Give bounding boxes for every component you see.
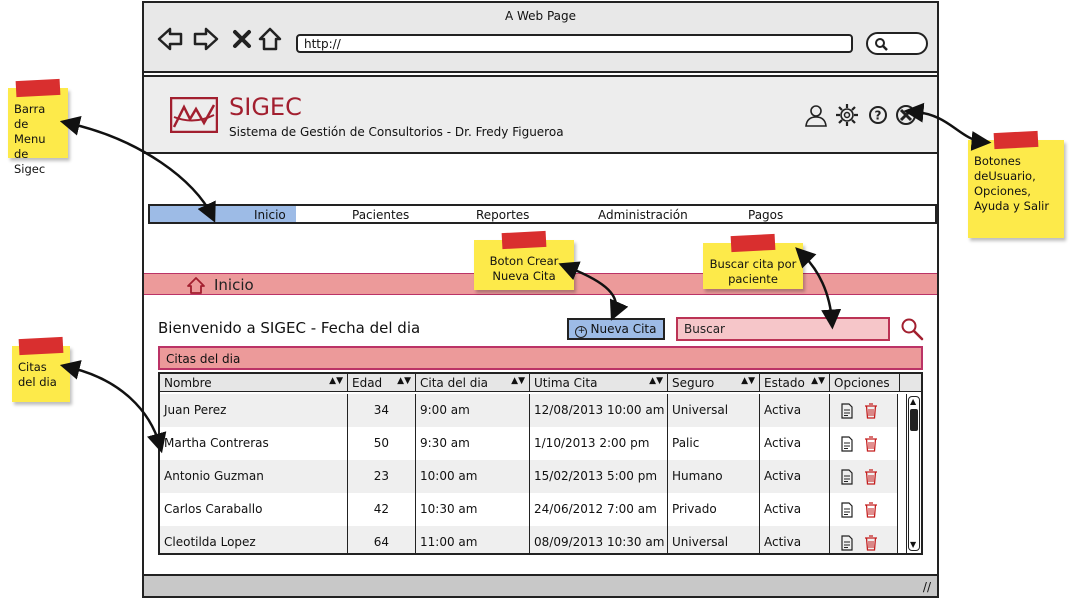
table-row[interactable]: Juan Perez 34 9:00 am 12/08/2013 10:00 a… [160, 394, 898, 427]
new-appointment-label: Nueva Cita [590, 322, 657, 336]
home-icon [187, 277, 205, 294]
trash-icon[interactable] [864, 436, 878, 452]
note-header-buttons: Botones deUsuario, Opciones, Ayuda y Sal… [968, 130, 1064, 238]
sort-icon: ▲▼ [511, 376, 525, 386]
column-header[interactable]: Nombre ▲▼ [160, 374, 348, 392]
row-options [830, 493, 898, 526]
scrollbar-thumb[interactable] [910, 409, 918, 431]
column-header[interactable]: Edad ▲▼ [348, 374, 416, 392]
table-row[interactable]: Antonio Guzman 23 10:00 am 15/02/2013 5:… [160, 460, 898, 493]
column-header[interactable]: Utima Cita ▲▼ [530, 374, 668, 392]
sort-icon: ▲▼ [741, 376, 755, 386]
user-icon[interactable] [804, 103, 828, 127]
table-row[interactable]: Carlos Caraballo 42 10:30 am 24/06/2012 … [160, 493, 898, 526]
menu-item-inicio[interactable]: Inicio [254, 208, 286, 222]
section-title: Inicio [214, 276, 254, 294]
gear-icon[interactable] [835, 103, 859, 127]
help-icon[interactable]: ? [866, 103, 890, 127]
welcome-text: Bienvenido a SIGEC - Fecha del dia [158, 319, 421, 337]
app-header: SIGEC Sistema de Gestión de Consultorios… [144, 75, 937, 154]
search-icon[interactable] [900, 317, 924, 341]
stop-icon[interactable] [228, 25, 256, 53]
document-icon[interactable] [840, 502, 854, 518]
table-row[interactable]: Cleotilda Lopez 64 11:00 am 08/09/2013 1… [160, 526, 898, 553]
resize-grip-icon[interactable]: // [923, 580, 931, 594]
app-subtitle: Sistema de Gestión de Consultorios - Dr.… [229, 125, 564, 139]
tape-decoration [730, 233, 776, 253]
column-header[interactable]: Seguro ▲▼ [668, 374, 760, 392]
scrollbar-track[interactable]: ▲ ▼ [908, 396, 920, 551]
row-options [830, 394, 898, 427]
document-icon[interactable] [840, 403, 854, 419]
window-title: A Web Page [504, 9, 577, 23]
tape-decoration [15, 78, 61, 98]
document-icon[interactable] [840, 436, 854, 452]
menu-item-reportes[interactable]: Reportes [476, 208, 529, 222]
menu-item-pagos[interactable]: Pagos [748, 208, 783, 222]
document-icon[interactable] [840, 535, 854, 551]
app-brand: SIGEC [229, 93, 302, 121]
tape-decoration [18, 336, 64, 356]
plus-icon: + [575, 326, 588, 338]
sort-icon: ▲▼ [397, 376, 411, 386]
trash-icon[interactable] [864, 502, 878, 518]
tape-decoration [993, 130, 1039, 150]
note-appointments-list: Citas del dia [12, 336, 70, 402]
scroll-down-icon[interactable]: ▼ [910, 541, 916, 549]
trash-icon[interactable] [864, 469, 878, 485]
menu-item-pacientes[interactable]: Pacientes [352, 208, 409, 222]
column-header[interactable]: Estado ▲▼ [760, 374, 830, 392]
main-menu: Inicio Pacientes Reportes Administración… [148, 204, 937, 224]
note-menu: Barra de Menu de Sigec [8, 78, 68, 176]
browser-chrome: A Web Page http:// [144, 3, 937, 73]
trash-icon[interactable] [864, 535, 878, 551]
note-search: Buscar cita por paciente [703, 233, 803, 289]
sort-icon: ▲▼ [329, 376, 343, 386]
back-icon[interactable] [156, 25, 184, 53]
scroll-up-icon[interactable]: ▲ [910, 398, 916, 406]
sort-icon: ▲▼ [811, 376, 825, 386]
table-caption: Citas del dia [158, 346, 923, 370]
new-appointment-button[interactable]: + Nueva Cita [567, 318, 665, 340]
trash-icon[interactable] [864, 403, 878, 419]
note-new-appointment: Boton Crear Nueva Cita [474, 230, 574, 290]
menu-item-administracion[interactable]: Administración [598, 208, 688, 222]
row-options [830, 460, 898, 493]
table-header: Nombre ▲▼ Edad ▲▼ Cita del dia ▲▼ Utima Cit… [160, 374, 921, 392]
search-icon [875, 38, 888, 51]
browser-window: A Web Page http:// SIGEC Sistema de Gest… [142, 1, 939, 598]
document-icon[interactable] [840, 469, 854, 485]
app-footer: // [144, 574, 937, 596]
home-icon[interactable] [256, 25, 284, 53]
row-options [830, 427, 898, 460]
row-options [830, 526, 898, 553]
column-header[interactable]: Cita del dia ▲▼ [416, 374, 530, 392]
svg-text:?: ? [875, 109, 882, 123]
sort-icon: ▲▼ [649, 376, 663, 386]
table-row[interactable]: Martha Contreras 50 9:30 am 1/10/2013 2:… [160, 427, 898, 460]
forward-icon[interactable] [192, 25, 220, 53]
table-scrollbar[interactable]: ▲ ▼ [906, 394, 920, 553]
column-header: Opciones [830, 374, 900, 392]
appointments-table: Nombre ▲▼ Edad ▲▼ Cita del dia ▲▼ Utima Cit… [158, 372, 923, 555]
sigec-logo [170, 97, 218, 133]
search-input[interactable]: Buscar [676, 317, 890, 341]
url-bar[interactable]: http:// [296, 34, 853, 53]
close-icon[interactable] [894, 103, 918, 127]
browser-search[interactable] [866, 32, 928, 55]
tape-decoration [501, 230, 547, 250]
